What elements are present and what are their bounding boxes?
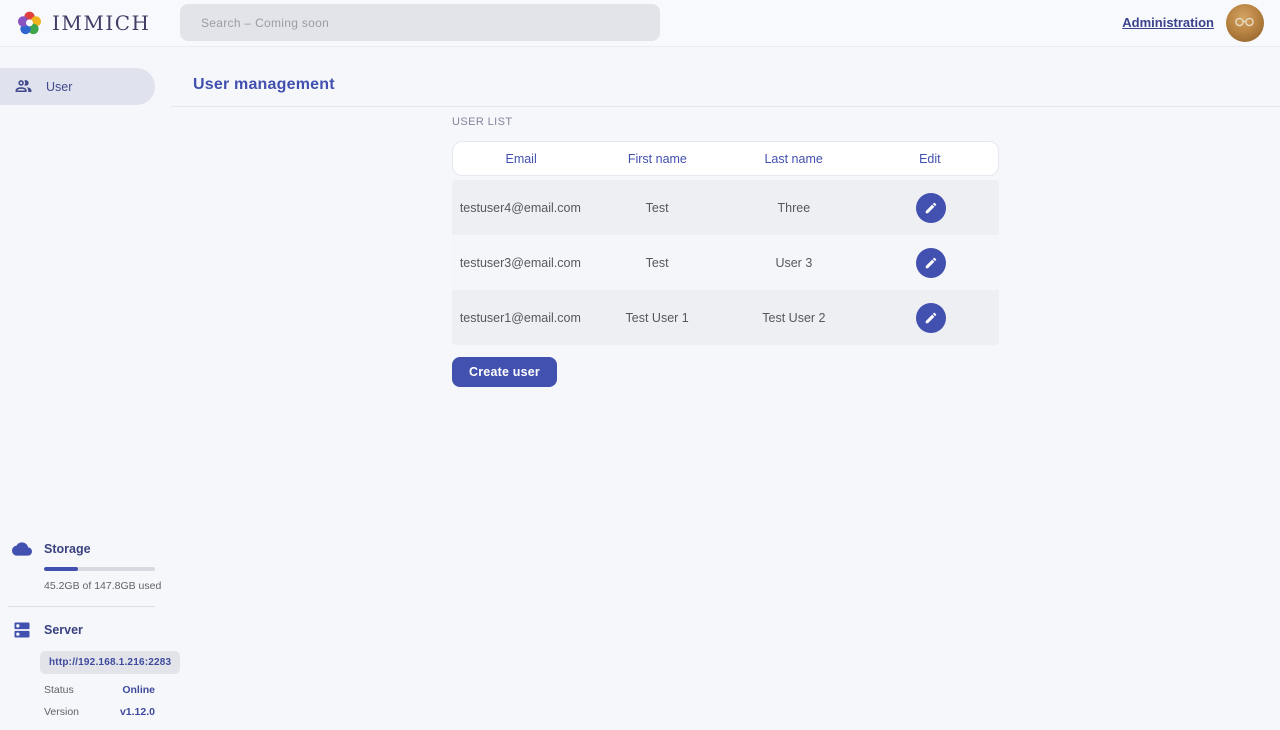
server-version-row: Version v1.12.0 bbox=[44, 706, 155, 718]
sidebar-divider bbox=[8, 606, 155, 607]
section-label: USER LIST bbox=[452, 116, 999, 128]
cell-email: testuser4@email.com bbox=[452, 201, 589, 215]
pencil-icon bbox=[924, 256, 938, 270]
cell-last-name: User 3 bbox=[726, 256, 863, 270]
pencil-icon bbox=[924, 311, 938, 325]
administration-link[interactable]: Administration bbox=[1122, 15, 1214, 30]
table-row: testuser3@email.com Test User 3 bbox=[452, 235, 999, 290]
server-url-badge: http://192.168.1.216:2283 bbox=[40, 651, 180, 674]
pencil-icon bbox=[924, 201, 938, 215]
storage-progress-bar bbox=[44, 567, 155, 571]
sidebar-item-label: User bbox=[46, 80, 72, 94]
immich-admin-app: IMMICH Administration User Storage bbox=[0, 0, 1280, 730]
version-label: Version bbox=[44, 706, 79, 718]
cell-first-name: Test bbox=[589, 256, 726, 270]
users-icon bbox=[14, 77, 33, 96]
avatar-photo-detail bbox=[1233, 17, 1257, 27]
storage-section-header: Storage bbox=[0, 539, 170, 559]
cloud-icon bbox=[12, 539, 32, 559]
page-title: User management bbox=[193, 76, 335, 94]
table-row: testuser4@email.com Test Three bbox=[452, 180, 999, 235]
title-divider bbox=[171, 106, 1280, 107]
user-table-body: testuser4@email.com Test Three testuser3… bbox=[452, 180, 999, 345]
status-label: Status bbox=[44, 684, 74, 696]
admin-sidebar: User Storage 45.2GB of 147.8GB used Serv… bbox=[0, 47, 170, 730]
create-user-button[interactable]: Create user bbox=[452, 357, 557, 387]
main-panel: User management USER LIST Email First na… bbox=[170, 47, 1280, 730]
edit-user-button[interactable] bbox=[916, 303, 946, 333]
user-avatar[interactable] bbox=[1226, 4, 1264, 42]
cell-last-name: Three bbox=[726, 201, 863, 215]
column-header-edit: Edit bbox=[862, 152, 998, 166]
top-nav-bar: IMMICH Administration bbox=[0, 0, 1280, 47]
storage-progress-fill bbox=[44, 567, 78, 571]
edit-user-button[interactable] bbox=[916, 248, 946, 278]
server-icon bbox=[12, 620, 32, 640]
cell-first-name: Test bbox=[589, 201, 726, 215]
version-value: v1.12.0 bbox=[120, 706, 155, 718]
column-header-last-name: Last name bbox=[726, 152, 862, 166]
table-row: testuser1@email.com Test User 1 Test Use… bbox=[452, 290, 999, 345]
server-status-row: Status Online bbox=[44, 684, 155, 696]
sidebar-footer: Storage 45.2GB of 147.8GB used Server ht… bbox=[0, 539, 170, 718]
cell-first-name: Test User 1 bbox=[589, 311, 726, 325]
status-value: Online bbox=[122, 684, 155, 696]
cell-email: testuser1@email.com bbox=[452, 311, 589, 325]
immich-flower-icon bbox=[16, 10, 43, 37]
user-table-header: Email First name Last name Edit bbox=[452, 141, 999, 176]
user-list-section: USER LIST Email First name Last name Edi… bbox=[452, 116, 999, 387]
cell-last-name: Test User 2 bbox=[726, 311, 863, 325]
column-header-email: Email bbox=[453, 152, 589, 166]
server-title: Server bbox=[44, 623, 83, 637]
column-header-first-name: First name bbox=[589, 152, 725, 166]
brand-wordmark: IMMICH bbox=[52, 11, 151, 35]
storage-usage-text: 45.2GB of 147.8GB used bbox=[44, 580, 170, 592]
server-section-header: Server bbox=[0, 620, 170, 640]
cell-email: testuser3@email.com bbox=[452, 256, 589, 270]
edit-user-button[interactable] bbox=[916, 193, 946, 223]
immich-logo[interactable]: IMMICH bbox=[16, 0, 151, 46]
search-input[interactable] bbox=[180, 4, 660, 41]
storage-title: Storage bbox=[44, 542, 91, 556]
sidebar-item-user[interactable]: User bbox=[0, 68, 155, 105]
